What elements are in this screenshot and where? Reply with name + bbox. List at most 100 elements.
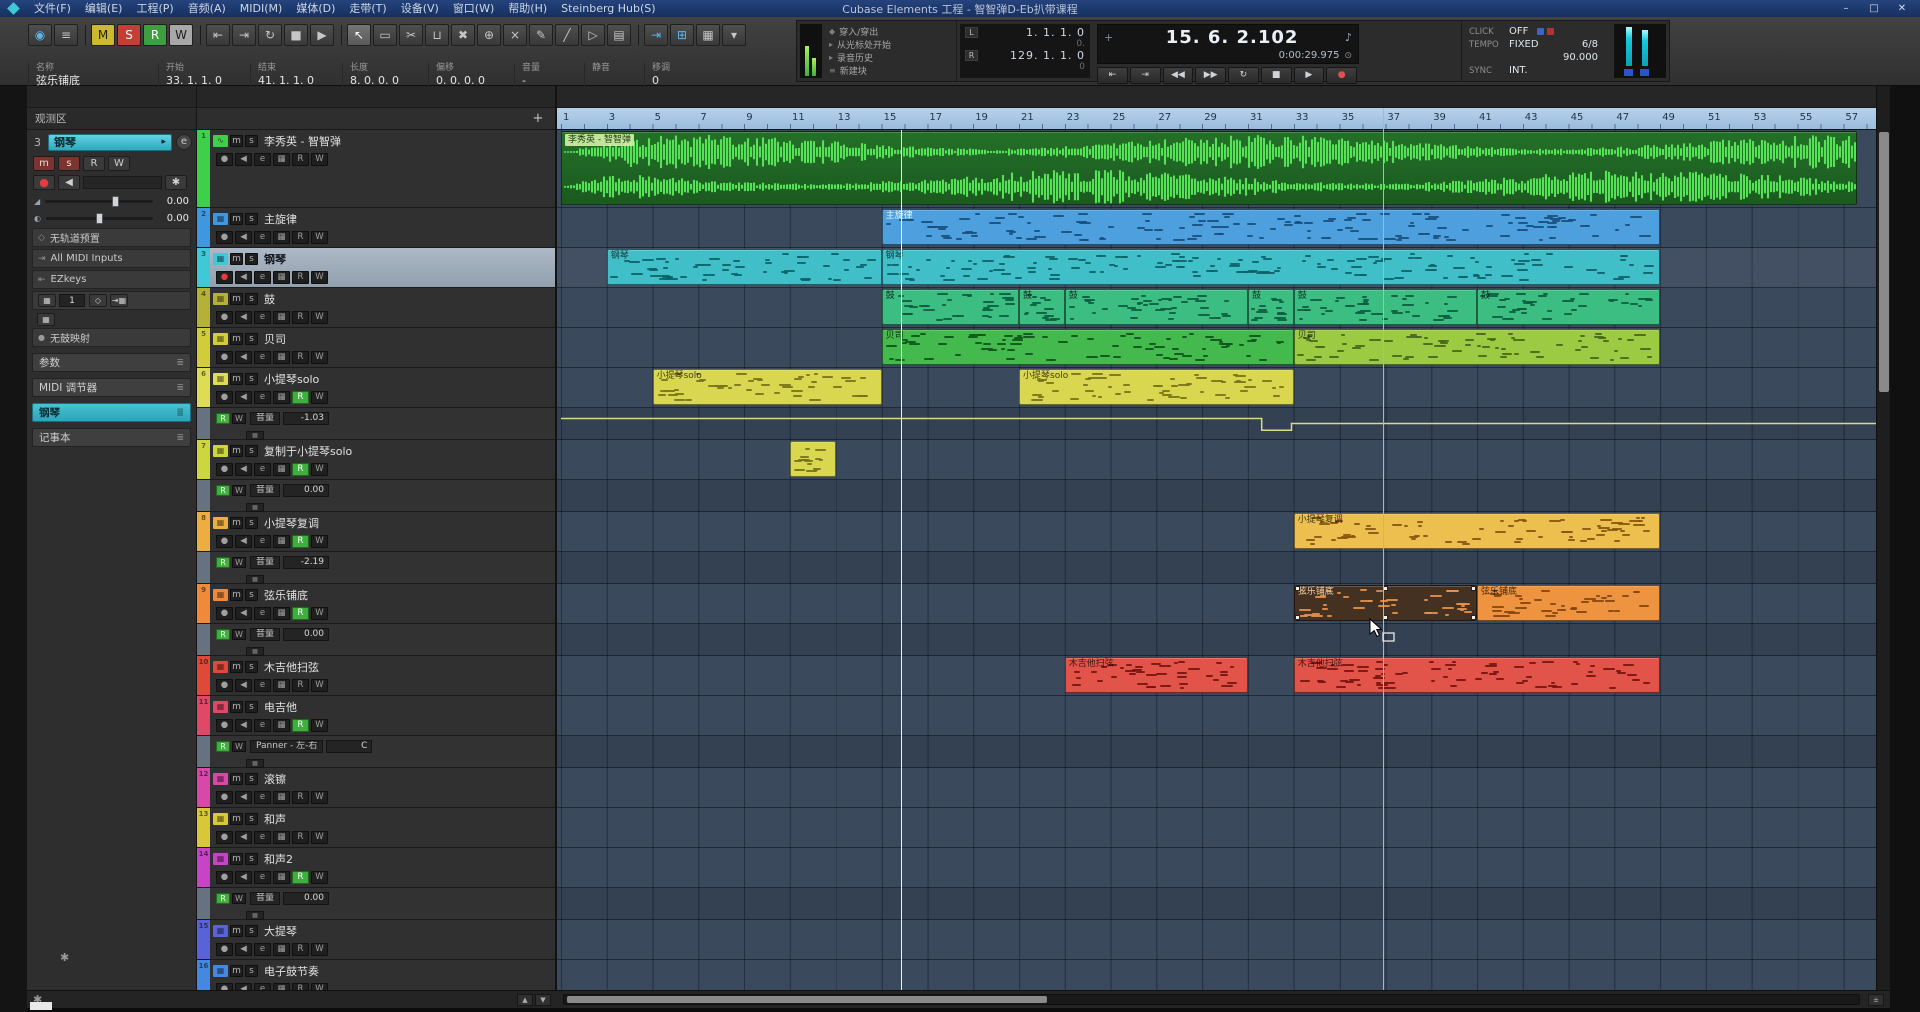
midi-channel-value[interactable]: 1 — [59, 294, 85, 307]
mute-button[interactable]: m — [230, 332, 243, 345]
menu-item[interactable]: 音频(A) — [181, 0, 233, 17]
menu-item[interactable]: MIDI(M) — [233, 0, 290, 17]
arrangement-track-lane[interactable] — [557, 848, 1876, 888]
cycle-button[interactable]: ↻ — [258, 24, 282, 46]
lane-write-automation-button[interactable]: W — [232, 629, 246, 640]
track-write-automation-button[interactable]: W — [311, 391, 328, 404]
solo-button[interactable]: s — [245, 134, 258, 147]
track-row[interactable]: 4 ▦ m s 鼓 ● ◀ e ▦ R W — [197, 288, 555, 328]
track-open-editor-button[interactable]: ▦ — [273, 679, 290, 692]
track-row[interactable]: 8 ▦ m s 小提琴复调 ● ◀ e ▦ R W — [197, 512, 555, 552]
solo-button[interactable]: s — [245, 924, 258, 937]
track-open-editor-button[interactable]: ▦ — [273, 351, 290, 364]
transport-option[interactable]: ▸ 录音历史 — [829, 51, 952, 64]
click-icon[interactable] — [1547, 28, 1555, 35]
track-open-editor-button[interactable]: ▦ — [273, 463, 290, 476]
mute-button[interactable]: m — [230, 924, 243, 937]
mute-button[interactable]: m — [230, 134, 243, 147]
clip[interactable]: 木吉他扫弦 — [1064, 657, 1248, 693]
track-row[interactable]: 12 ▦ m s 滚镲 ● ◀ e ▦ R W — [197, 768, 555, 808]
solo-all-button[interactable]: S — [117, 24, 141, 46]
program-icon[interactable]: ◇ — [89, 294, 107, 307]
lane-read-automation-button[interactable]: R — [216, 557, 230, 568]
clip[interactable]: 鼓 — [1064, 289, 1248, 325]
arrangement-track-lane[interactable] — [557, 696, 1876, 736]
track-monitor-button[interactable]: ◀ — [235, 311, 252, 324]
transport-option[interactable]: ◆ 穿入/穿出 — [829, 25, 952, 38]
lane-write-automation-button[interactable]: W — [232, 557, 246, 568]
write-all-button[interactable]: W — [169, 24, 193, 46]
automation-lane[interactable] — [557, 408, 1876, 440]
solo-button[interactable]: s — [245, 444, 258, 457]
info-field-name[interactable]: 名称 弦乐铺底 — [28, 63, 158, 87]
clip[interactable]: 弦乐铺底 — [1293, 585, 1477, 621]
go-end-button[interactable]: ⇥ — [232, 24, 256, 46]
inspector-mute-button[interactable]: m — [33, 156, 55, 171]
track-write-automation-button[interactable]: W — [311, 351, 328, 364]
clip[interactable]: 李秀英 - 智智弹 — [561, 131, 1858, 205]
arrangement-track-lane[interactable] — [557, 768, 1876, 808]
transport-option[interactable]: ≡ 新建块 — [829, 64, 952, 77]
track-write-automation-button[interactable]: W — [311, 983, 328, 990]
track-row[interactable]: 11 ▦ m s 电吉他 ● ◀ e ▦ R W — [197, 696, 555, 736]
inspector-read-button[interactable]: R — [83, 156, 105, 171]
arrangement-track-lane[interactable]: 小提琴复调 — [557, 512, 1876, 552]
mute-button[interactable]: m — [230, 212, 243, 225]
track-edit-channel-button[interactable]: e — [254, 983, 271, 990]
activate-project-button[interactable]: ◉ — [28, 24, 52, 46]
mute-button[interactable]: m — [230, 372, 243, 385]
automation-lane[interactable] — [557, 552, 1876, 584]
arrangement-track-lane[interactable]: 木吉他扫弦 木吉他扫弦 — [557, 656, 1876, 696]
track-monitor-button[interactable]: ◀ — [235, 983, 252, 990]
mute-button[interactable]: m — [230, 252, 243, 265]
midi-output-row[interactable]: ⇤ EZkeys — [32, 270, 191, 289]
lane-mini-button[interactable]: ▦ — [246, 503, 264, 512]
lane-mini-button[interactable]: ▦ — [246, 575, 264, 584]
inspector-settings-icon[interactable]: ✱ — [60, 951, 69, 964]
solo-button[interactable]: s — [245, 588, 258, 601]
track-record-arm-button[interactable]: ● — [216, 153, 233, 166]
track-row[interactable]: 13 ▦ m s 和声 ● ◀ e ▦ R W — [197, 808, 555, 848]
track-write-automation-button[interactable]: W — [311, 679, 328, 692]
track-row[interactable]: 16 ▦ m s 电子鼓节奏 ● ◀ e ▦ R W — [197, 960, 555, 990]
track-monitor-button[interactable]: ◀ — [235, 943, 252, 956]
track-edit-channel-button[interactable]: e — [254, 535, 271, 548]
menu-item[interactable]: 走带(T) — [342, 0, 393, 17]
zoom-tool[interactable]: ⊕ — [477, 24, 501, 46]
track-write-automation-button[interactable]: W — [311, 871, 328, 884]
window-close[interactable]: ✕ — [1888, 3, 1916, 14]
lane-read-automation-button[interactable]: R — [216, 893, 230, 904]
lane-read-automation-button[interactable]: R — [216, 741, 230, 752]
arrangement-track-lane[interactable]: 钢琴 钢琴 — [557, 248, 1876, 288]
menu-item[interactable]: Steinberg Hub(S) — [554, 0, 662, 17]
vertical-scrollbar-thumb[interactable] — [1879, 132, 1889, 392]
clip-handle[interactable] — [1470, 615, 1476, 620]
track-write-automation-button[interactable]: W — [311, 271, 328, 284]
track-row[interactable]: 14 ▦ m s 和声2 ● ◀ e ▦ R W — [197, 848, 555, 888]
mute-button[interactable]: m — [230, 444, 243, 457]
track-read-automation-button[interactable]: R — [292, 231, 309, 244]
track-write-automation-button[interactable]: W — [311, 463, 328, 476]
track-record-arm-button[interactable]: ● — [216, 391, 233, 404]
transport-rewind[interactable]: ◀◀ — [1162, 67, 1194, 84]
menu-item[interactable]: 设备(V) — [394, 0, 446, 17]
track-monitor-button[interactable]: ◀ — [235, 679, 252, 692]
automation-lane-row[interactable]: R W 音量 -2.19 ▦ — [197, 552, 555, 584]
track-open-editor-button[interactable]: ▦ — [273, 153, 290, 166]
track-record-arm-button[interactable]: ● — [216, 607, 233, 620]
clip[interactable]: 贝司 — [1293, 329, 1661, 365]
automation-lane-row[interactable]: R W Panner - 左-右 C ▦ — [197, 736, 555, 768]
track-record-arm-button[interactable]: ● — [216, 943, 233, 956]
section-parameters[interactable]: 参数 ≣ — [32, 353, 191, 372]
automation-lane[interactable] — [557, 480, 1876, 512]
solo-button[interactable]: s — [245, 852, 258, 865]
arrangement-track-lane[interactable] — [557, 440, 1876, 480]
transport-option[interactable]: ▸ 从光标处开始 — [829, 38, 952, 51]
clip[interactable]: 弦乐铺底 — [1477, 585, 1661, 621]
track-edit-channel-button[interactable]: e — [254, 391, 271, 404]
automation-lane-row[interactable]: R W 音量 0.00 ▦ — [197, 888, 555, 920]
menu-item[interactable]: 媒体(D) — [289, 0, 342, 17]
track-edit-channel-button[interactable]: e — [254, 943, 271, 956]
track-record-arm-button[interactable]: ● — [216, 463, 233, 476]
track-row[interactable]: 10 ▦ m s 木吉他扫弦 ● ◀ e ▦ R W — [197, 656, 555, 696]
